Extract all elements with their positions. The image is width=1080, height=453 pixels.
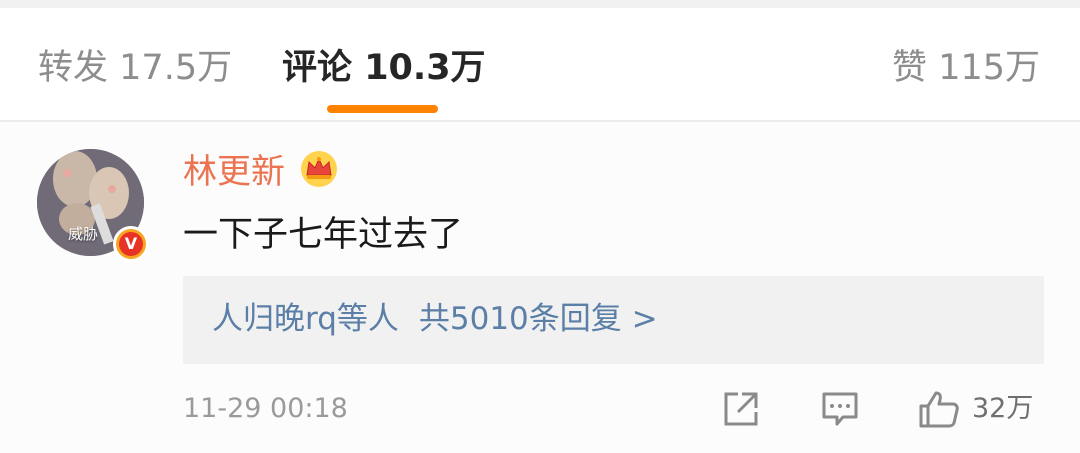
tab-repost[interactable]: 转发 17.5万 [38,46,232,90]
reply-users[interactable]: 人归晚rq等人 [212,301,399,337]
like-icon[interactable] [918,390,960,428]
comment-text: 一下子七年过去了 [183,215,464,255]
tab-comment-count: 10.3万 [364,48,486,88]
tab-like[interactable]: 赞 115万 [892,46,1040,90]
like-count: 32万 [972,393,1034,424]
tab-repost-count: 17.5万 [119,48,233,88]
comment-username[interactable]: 林更新 [183,152,285,192]
tab-comment[interactable]: 评论 10.3万 [282,46,486,90]
top-spacer [0,0,1080,8]
tab-repost-label: 转发 [38,48,109,88]
reply-icon[interactable] [821,390,859,428]
verified-v-icon: V [113,226,149,262]
comment-item: 威胁 V 林更新 一下子七年过去了 人归晚rq等人 共5010条回复 > 11-2… [0,122,1080,453]
avatar-caption: 威胁 [68,225,99,243]
tab-like-count: 115万 [938,48,1040,88]
tab-like-label: 赞 [892,48,928,88]
replies-preview[interactable]: 人归晚rq等人 共5010条回复 > [183,276,1044,364]
interaction-tabs: 转发 17.5万 评论 10.3万 赞 115万 [0,8,1080,120]
reply-count-link[interactable]: 共5010条回复 > [419,301,658,337]
share-icon[interactable] [722,390,760,428]
crown-icon [301,151,337,187]
active-tab-indicator [327,105,438,113]
comment-timestamp: 11-29 00:18 [183,393,348,424]
tab-comment-label: 评论 [282,48,353,88]
